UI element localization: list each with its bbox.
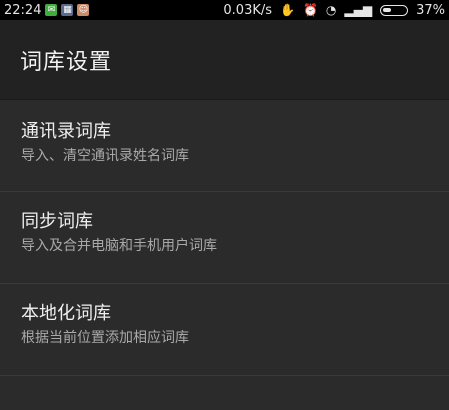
wechat-icon: ✉ xyxy=(45,4,58,16)
battery-percent: 37% xyxy=(416,2,445,18)
battery-fill xyxy=(383,7,392,12)
battery-icon xyxy=(380,4,409,16)
status-right: 0.03K/s ✋ ⏰ ◔ ▂▄▆ 37% xyxy=(223,3,449,18)
settings-item-sync-dictionary[interactable]: 同步词库 导入及合并电脑和手机用户词库 xyxy=(0,192,449,284)
item-title: 本地化词库 xyxy=(21,303,111,324)
item-subtitle: 导入及合并电脑和手机用户词库 xyxy=(21,238,217,254)
item-subtitle: 根据当前位置添加相应词库 xyxy=(21,330,189,346)
settings-item-contacts-dictionary[interactable]: 通讯录词库 导入、清空通讯录姓名词库 xyxy=(0,100,449,192)
settings-list: 通讯录词库 导入、清空通讯录姓名词库 同步词库 导入及合并电脑和手机用户词库 本… xyxy=(0,100,449,376)
signal-icon: ▂▄▆ xyxy=(344,3,373,17)
alarm-icon: ⏰ xyxy=(302,3,318,17)
settings-item-local-dictionary[interactable]: 本地化词库 根据当前位置添加相应词库 xyxy=(0,284,449,376)
gallery-icon: ▦ xyxy=(61,4,74,16)
item-title: 同步词库 xyxy=(21,211,93,232)
status-left: 22:24 ✉ ▦ ☺ xyxy=(0,2,90,18)
wifi-icon: ◔ xyxy=(325,3,337,17)
item-title: 通讯录词库 xyxy=(21,121,111,142)
status-time: 22:24 xyxy=(4,2,42,18)
status-bar: 22:24 ✉ ▦ ☺ 0.03K/s ✋ ⏰ ◔ ▂▄▆ 37% xyxy=(0,0,449,20)
network-speed: 0.03K/s xyxy=(223,2,273,18)
app-bar: 词库设置 xyxy=(0,20,449,100)
vibrate-icon: ✋ xyxy=(280,3,295,17)
page-title: 词库设置 xyxy=(20,49,113,75)
avatar-notification-icon: ☺ xyxy=(77,4,90,16)
item-subtitle: 导入、清空通讯录姓名词库 xyxy=(21,148,189,164)
